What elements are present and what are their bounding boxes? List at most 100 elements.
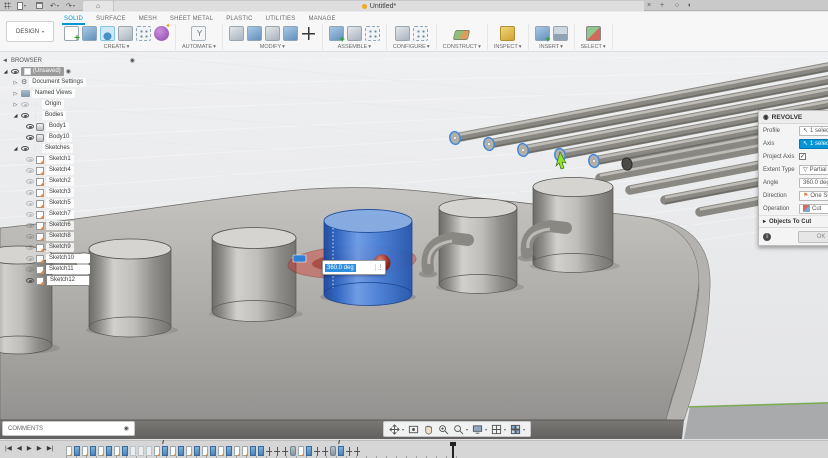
timeline-item-sketch[interactable] — [170, 446, 176, 456]
timeline-item-extrude[interactable] — [178, 446, 184, 456]
axis-flip-handle[interactable] — [293, 255, 306, 262]
extrude-icon[interactable] — [82, 26, 97, 41]
timeline-item-plane[interactable] — [138, 446, 144, 456]
visibility-eye-icon[interactable] — [26, 124, 34, 129]
version-record-icon[interactable]: ◉ — [66, 68, 71, 75]
expand-icon[interactable]: ◢ — [2, 69, 9, 75]
select-menu[interactable]: SELECT▾ — [581, 44, 606, 50]
measure-icon[interactable] — [500, 26, 515, 41]
timeline-item-extrude[interactable] — [258, 446, 264, 456]
tab-surface[interactable]: SURFACE — [96, 16, 126, 22]
timeline-item-extrude[interactable] — [122, 446, 128, 456]
insert-derive-icon[interactable] — [535, 26, 550, 41]
timeline-item-move[interactable] — [314, 446, 320, 456]
home-tab[interactable]: ⌂ — [83, 1, 113, 11]
collapse-icon[interactable]: ▷ — [12, 91, 19, 97]
operation-dropdown[interactable]: Cut — [799, 204, 828, 214]
collapse-panel-icon[interactable]: ◄ — [2, 58, 8, 64]
visibility-eye-icon[interactable] — [26, 245, 34, 250]
timeline-item-sketch[interactable] — [82, 446, 88, 456]
notifications-icon[interactable]: ◐ — [684, 0, 696, 11]
timeline-item-sketch[interactable] — [242, 446, 248, 456]
browser-item-sketch[interactable]: Sketch9 — [2, 242, 135, 253]
look-at-icon[interactable] — [408, 424, 419, 435]
timeline-item-sketch[interactable] — [114, 446, 120, 456]
visibility-eye-icon[interactable] — [11, 69, 19, 74]
assemble-menu[interactable]: ASSEMBLE▾ — [338, 44, 371, 50]
browser-item-sketch[interactable]: Sketch1 — [2, 154, 135, 165]
timeline-item-sketch[interactable] — [298, 446, 304, 456]
visibility-eye-icon[interactable] — [21, 102, 29, 107]
timeline-item-extrude[interactable] — [74, 446, 80, 456]
new-tab-icon[interactable]: + — [656, 0, 668, 11]
visibility-eye-icon[interactable] — [26, 278, 34, 283]
insert-canvas-icon[interactable] — [553, 26, 568, 41]
browser-item-document-settings[interactable]: ▷ ⚙ Document Settings — [2, 77, 135, 88]
file-menu-icon[interactable]: ▾ — [17, 0, 26, 11]
objects-to-cut-row[interactable]: ▸ Objects To Cut — [759, 215, 828, 227]
automate-menu[interactable]: AUTOMATE▾ — [182, 44, 216, 50]
visibility-eye-icon[interactable] — [26, 168, 34, 173]
create-sketch-icon[interactable] — [64, 26, 79, 41]
visibility-eye-icon[interactable] — [26, 201, 34, 206]
browser-item-origin[interactable]: ▷ Origin — [2, 99, 135, 110]
angle-field[interactable]: 360.0 deg — [799, 178, 828, 188]
direction-dropdown[interactable]: ⚑One Side — [799, 191, 828, 201]
timeline-position-marker[interactable] — [452, 442, 454, 458]
comments-bar[interactable]: COMMENTS ◉ — [2, 421, 135, 436]
revolve-preview-cylinder[interactable] — [320, 210, 416, 306]
visibility-eye-icon[interactable] — [26, 234, 34, 239]
browser-item-sketch-selected[interactable]: Sketch12 — [2, 275, 135, 286]
browser-item-sketch[interactable]: Sketch5 — [2, 198, 135, 209]
expand-icon[interactable]: ◢ — [12, 146, 19, 152]
timeline-item-sketch[interactable] — [218, 446, 224, 456]
visibility-eye-icon[interactable] — [26, 190, 34, 195]
timeline-item-pipe[interactable] — [330, 446, 336, 456]
visibility-eye-icon[interactable] — [26, 135, 34, 140]
browser-item-named-views[interactable]: ▷ Named Views — [2, 88, 135, 99]
select-icon[interactable] — [586, 26, 601, 41]
close-tab-icon[interactable]: × — [643, 0, 655, 11]
ok-button[interactable]: OK — [798, 231, 828, 243]
visibility-eye-icon[interactable] — [26, 223, 34, 228]
timeline-item-extrude[interactable] — [226, 446, 232, 456]
form-icon[interactable] — [154, 26, 169, 41]
browser-item-sketch[interactable]: Sketch11 — [2, 264, 135, 275]
info-icon[interactable]: i — [763, 233, 771, 241]
timeline-item-extrude-marked[interactable]: /// — [338, 446, 344, 456]
comments-settings-icon[interactable]: ◉ — [124, 425, 129, 432]
combine-icon[interactable] — [283, 26, 298, 41]
kebab-menu-icon[interactable]: ⋮ — [375, 264, 385, 271]
browser-item-sketch[interactable]: Sketch4 — [2, 165, 135, 176]
skip-to-end-button[interactable]: ▶| — [47, 444, 54, 452]
timeline-item-plane[interactable] — [130, 446, 136, 456]
profile-selection-chip[interactable]: ↖1 selected — [799, 126, 828, 136]
fit-icon[interactable]: ▾ — [453, 424, 468, 435]
configure-menu[interactable]: CONFIGURE▾ — [393, 44, 430, 50]
timeline-item-sketch[interactable] — [186, 446, 192, 456]
step-forward-button[interactable]: ▶ — [37, 444, 42, 452]
browser-item-sketches[interactable]: ◢ Sketches — [2, 143, 135, 154]
undo-icon[interactable]: ↶▾ — [50, 0, 59, 11]
timeline-item-extrude[interactable] — [250, 446, 256, 456]
timeline-track[interactable]: /// /// — [66, 444, 360, 456]
viewports-icon[interactable]: ▾ — [510, 424, 525, 435]
play-button[interactable]: ▶ — [27, 444, 32, 452]
project-axis-checkbox[interactable]: ✓ — [799, 153, 806, 160]
configuration-icon[interactable] — [395, 26, 410, 41]
collapse-icon[interactable]: ▷ — [12, 80, 19, 86]
timeline-item-sketch[interactable] — [202, 446, 208, 456]
timeline-item-extrude[interactable] — [106, 446, 112, 456]
browser-settings-icon[interactable]: ◉ — [130, 57, 135, 64]
insert-menu[interactable]: INSERT▾ — [539, 44, 563, 50]
app-grid-icon[interactable] — [4, 0, 11, 11]
revolve-icon[interactable] — [100, 26, 115, 41]
viewport-canvas[interactable]: ◄ BROWSER ◉ ◢ (Unsaved) ◉ ▷ ⚙ Document S… — [0, 52, 828, 440]
display-settings-icon[interactable]: ▾ — [472, 424, 487, 435]
timeline-item-move[interactable] — [274, 446, 280, 456]
pattern-icon[interactable] — [136, 26, 151, 41]
sync-status-icon[interactable]: ○ — [671, 0, 683, 11]
collapse-icon[interactable]: ▷ — [12, 102, 19, 108]
joint-icon[interactable] — [347, 26, 362, 41]
timeline-item-extrude-marked[interactable]: /// — [162, 446, 168, 456]
